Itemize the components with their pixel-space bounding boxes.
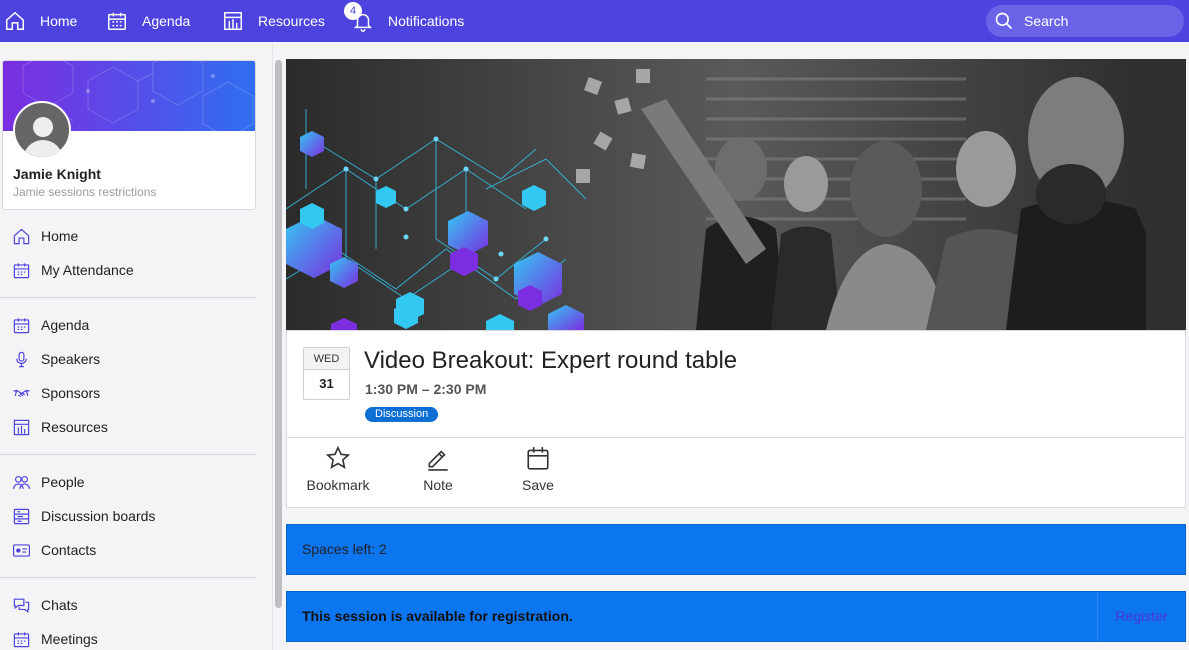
save-label: Save — [522, 477, 554, 493]
top-navigation-bar: Home Agenda Resources 4 Notifications Se… — [0, 0, 1189, 42]
session-title: Video Breakout: Expert round table — [364, 347, 738, 374]
sidebar-item-people[interactable]: People — [0, 465, 256, 499]
sidebar-item-agenda[interactable]: Agenda — [0, 308, 256, 342]
save-button[interactable]: Save — [488, 445, 588, 493]
contact-card-icon — [11, 540, 31, 560]
sidebar-scrollbar[interactable] — [275, 60, 282, 608]
sidebar-item-label: Contacts — [41, 542, 97, 558]
sidebar-item-chats[interactable]: Chats — [0, 588, 256, 622]
sidebar-item-label: Discussion boards — [41, 508, 156, 524]
calendar-icon — [527, 447, 549, 470]
card-divider — [287, 437, 1185, 438]
sidebar-item-label: Meetings — [41, 631, 98, 647]
home-icon — [4, 10, 26, 32]
sidebar-item-label: Home — [41, 228, 79, 244]
registration-banner: This session is available for registrati… — [286, 591, 1186, 642]
calendar-icon — [11, 260, 31, 280]
nav-agenda[interactable]: Agenda — [88, 0, 202, 42]
sidebar-item-speakers[interactable]: Speakers — [0, 342, 256, 376]
sidebar-divider — [0, 454, 256, 455]
register-button[interactable]: Register — [1097, 592, 1185, 641]
sidebar-divider — [0, 577, 256, 578]
people-icon — [11, 472, 31, 492]
session-info-card: WED 31 Video Breakout: Expert round tabl… — [286, 330, 1186, 508]
bookmark-button[interactable]: Bookmark — [288, 445, 388, 493]
sidebar-divider — [0, 297, 256, 298]
calendar-icon — [106, 10, 128, 32]
bell-icon: 4 — [344, 2, 374, 32]
sidebar-item-label: Chats — [41, 597, 78, 613]
chat-icon — [11, 595, 31, 615]
sidebar-item-home[interactable]: Home — [0, 219, 256, 253]
resources-icon — [11, 417, 31, 437]
avatar[interactable] — [13, 101, 71, 159]
avatar-body-shape — [23, 140, 63, 157]
handshake-icon — [11, 383, 31, 403]
sidebar-item-resources[interactable]: Resources — [0, 410, 256, 444]
home-icon — [11, 226, 31, 246]
profile-subtitle: Jamie sessions restrictions — [13, 185, 157, 199]
sidebar-item-contacts[interactable]: Contacts — [0, 533, 256, 567]
date-day: 31 — [319, 376, 334, 391]
nav-agenda-label: Agenda — [142, 13, 191, 29]
sidebar-item-label: Agenda — [41, 317, 90, 333]
calendar-icon — [11, 315, 31, 335]
date-weekday: WED — [304, 348, 349, 370]
nav-home[interactable]: Home — [0, 0, 88, 42]
nav-notifications[interactable]: 4 Notifications — [332, 0, 478, 42]
sidebar-item-label: People — [41, 474, 85, 490]
nav-resources-label: Resources — [258, 13, 325, 29]
notification-count-badge: 4 — [344, 2, 362, 20]
sidebar-item-meetings[interactable]: Meetings — [0, 622, 256, 650]
session-time: 1:30 PM – 2:30 PM — [365, 381, 487, 397]
sidebar-item-label: My Attendance — [41, 262, 134, 278]
resources-icon — [222, 10, 244, 32]
microphone-icon — [11, 349, 31, 369]
session-tag[interactable]: Discussion — [365, 407, 439, 422]
sidebar: Jamie Knight Jamie sessions restrictions… — [0, 42, 272, 650]
bookmark-label: Bookmark — [306, 477, 370, 493]
calendar-icon — [11, 629, 31, 649]
nav-resources[interactable]: Resources — [202, 0, 332, 42]
avatar-head-shape — [33, 117, 53, 137]
sidebar-item-my-attendance[interactable]: My Attendance — [0, 253, 256, 287]
session-hero-image — [286, 59, 1186, 330]
sidebar-item-label: Resources — [41, 419, 108, 435]
nav-home-label: Home — [40, 13, 78, 29]
search-placeholder: Search — [1024, 13, 1069, 29]
spaces-left-banner: Spaces left: 2 — [286, 524, 1186, 575]
pen-icon — [428, 450, 448, 471]
sidebar-item-label: Speakers — [41, 351, 101, 367]
star-icon — [325, 445, 351, 469]
search-input[interactable]: Search — [986, 5, 1184, 37]
nav-notifications-label: Notifications — [388, 13, 465, 29]
profile-name: Jamie Knight — [13, 166, 101, 182]
sidebar-item-sponsors[interactable]: Sponsors — [0, 376, 256, 410]
sidebar-menu: Home My Attendance Agenda Speakers Spons… — [0, 219, 256, 650]
profile-card[interactable]: Jamie Knight Jamie sessions restrictions — [2, 60, 256, 210]
registration-message: This session is available for registrati… — [302, 608, 573, 624]
search-icon — [995, 12, 1013, 30]
note-button[interactable]: Note — [388, 445, 488, 493]
sidebar-item-label: Sponsors — [41, 385, 101, 401]
board-icon — [11, 506, 31, 526]
note-label: Note — [423, 477, 453, 493]
sidebar-item-discussion-boards[interactable]: Discussion boards — [0, 499, 256, 533]
date-badge: WED 31 — [303, 347, 350, 400]
